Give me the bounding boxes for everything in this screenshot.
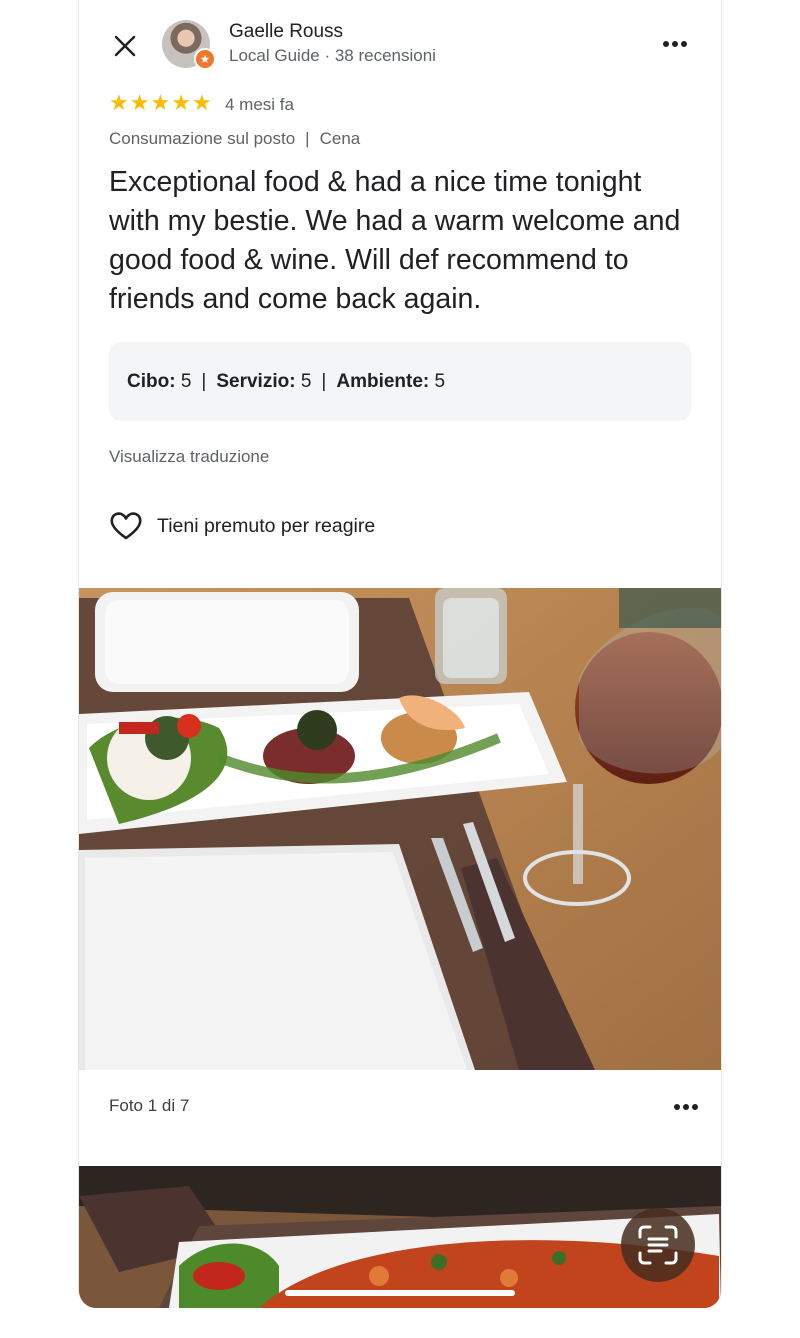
rating-separator: | [201, 370, 207, 392]
star-icon: ★ [191, 91, 212, 116]
more-horiz-icon [663, 41, 687, 47]
service-rating-value: 5 [300, 370, 312, 392]
visit-separator: | [305, 129, 310, 148]
react-label: Tieni premuto per reagire [157, 514, 376, 537]
food-photo-image [79, 588, 721, 1070]
reviewer-meta: Local Guide · 38 recensioni [229, 46, 436, 65]
star-icon: ★ [109, 91, 129, 116]
star-icon: ★ [171, 91, 191, 116]
more-options-button[interactable] [659, 30, 691, 58]
review-card: Gaelle Rouss Local Guide · 38 recensioni… [78, 0, 722, 1308]
visit-info: Consumazione sul posto | Cena [109, 129, 360, 149]
more-horiz-icon [674, 1104, 698, 1110]
google-lens-icon [638, 1225, 678, 1265]
rating-separator: | [321, 370, 327, 392]
star-rating: ★ ★ ★ ★ ★ [109, 92, 212, 116]
ambience-rating-label: Ambiente: [336, 370, 430, 392]
photo-more-options-button[interactable] [669, 1094, 703, 1120]
visit-type: Consumazione sul posto [109, 129, 296, 148]
react-button[interactable]: Tieni premuto per reagire [109, 511, 375, 541]
review-time: 4 mesi fa [225, 95, 294, 114]
review-photo[interactable] [79, 588, 721, 1070]
ratings-breakdown: Cibo: 5 | Servizio: 5 | Ambiente: 5 [109, 342, 691, 421]
review-text: Exceptional food & had a nice time tonig… [109, 166, 681, 315]
close-button[interactable] [107, 28, 143, 64]
view-translation-link[interactable]: Visualizza traduzione [109, 447, 269, 467]
food-rating-value: 5 [180, 370, 192, 392]
local-guide-star-icon [194, 48, 216, 70]
star-icon: ★ [129, 91, 150, 116]
meal-type: Cena [319, 129, 361, 148]
google-lens-button[interactable] [621, 1208, 695, 1282]
photo-counter: Foto 1 di 7 [109, 1096, 190, 1115]
close-icon [114, 35, 136, 57]
avatar[interactable] [162, 20, 216, 70]
heart-outline-icon [110, 512, 142, 540]
home-indicator[interactable] [285, 1290, 515, 1296]
ambience-rating-value: 5 [434, 370, 446, 392]
food-rating-label: Cibo: [127, 370, 176, 392]
reviewer-name[interactable]: Gaelle Rouss [229, 21, 343, 43]
star-icon: ★ [150, 91, 171, 116]
service-rating-label: Servizio: [216, 370, 296, 392]
